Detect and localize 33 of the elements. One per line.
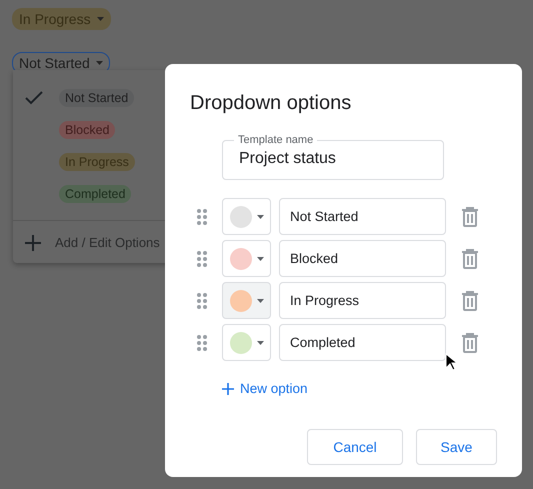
drag-handle-icon[interactable]	[197, 292, 207, 308]
option-input[interactable]: Blocked	[279, 240, 446, 277]
drag-handle-icon[interactable]	[197, 250, 207, 266]
save-button[interactable]: Save	[416, 429, 497, 466]
menu-item[interactable]: Not Started	[59, 89, 134, 107]
caret-icon	[256, 340, 264, 344]
trash-icon[interactable]	[461, 206, 479, 226]
mouse-pointer-icon	[445, 353, 457, 371]
option-input[interactable]: In Progress	[279, 282, 446, 319]
color-picker-button[interactable]	[222, 324, 271, 361]
trash-icon[interactable]	[461, 332, 479, 352]
plus-icon	[222, 383, 234, 396]
color-picker-button[interactable]	[222, 198, 271, 235]
color-picker-button[interactable]	[222, 282, 271, 319]
option-input[interactable]: Not Started	[279, 198, 446, 235]
caret-icon	[256, 214, 264, 218]
drag-handle-icon[interactable]	[197, 208, 207, 224]
dialog-title: Dropdown options	[190, 91, 352, 116]
option-input[interactable]: Completed	[279, 324, 446, 361]
caret-icon	[256, 256, 264, 260]
plus-icon	[25, 234, 41, 251]
caret-icon	[96, 61, 103, 65]
template-name-field[interactable]: Template name Project status	[222, 133, 444, 180]
cancel-button[interactable]: Cancel	[307, 429, 403, 466]
drag-handle-icon[interactable]	[197, 334, 207, 350]
caret-icon	[96, 17, 104, 21]
trash-icon[interactable]	[461, 290, 479, 310]
add-edit-options-link[interactable]: Add / Edit Options	[55, 233, 160, 252]
new-option-button[interactable]: New option	[222, 379, 308, 400]
trash-icon[interactable]	[461, 248, 479, 268]
color-picker-button[interactable]	[222, 240, 271, 277]
caret-icon	[256, 298, 264, 302]
field-label: Template name	[237, 133, 314, 147]
